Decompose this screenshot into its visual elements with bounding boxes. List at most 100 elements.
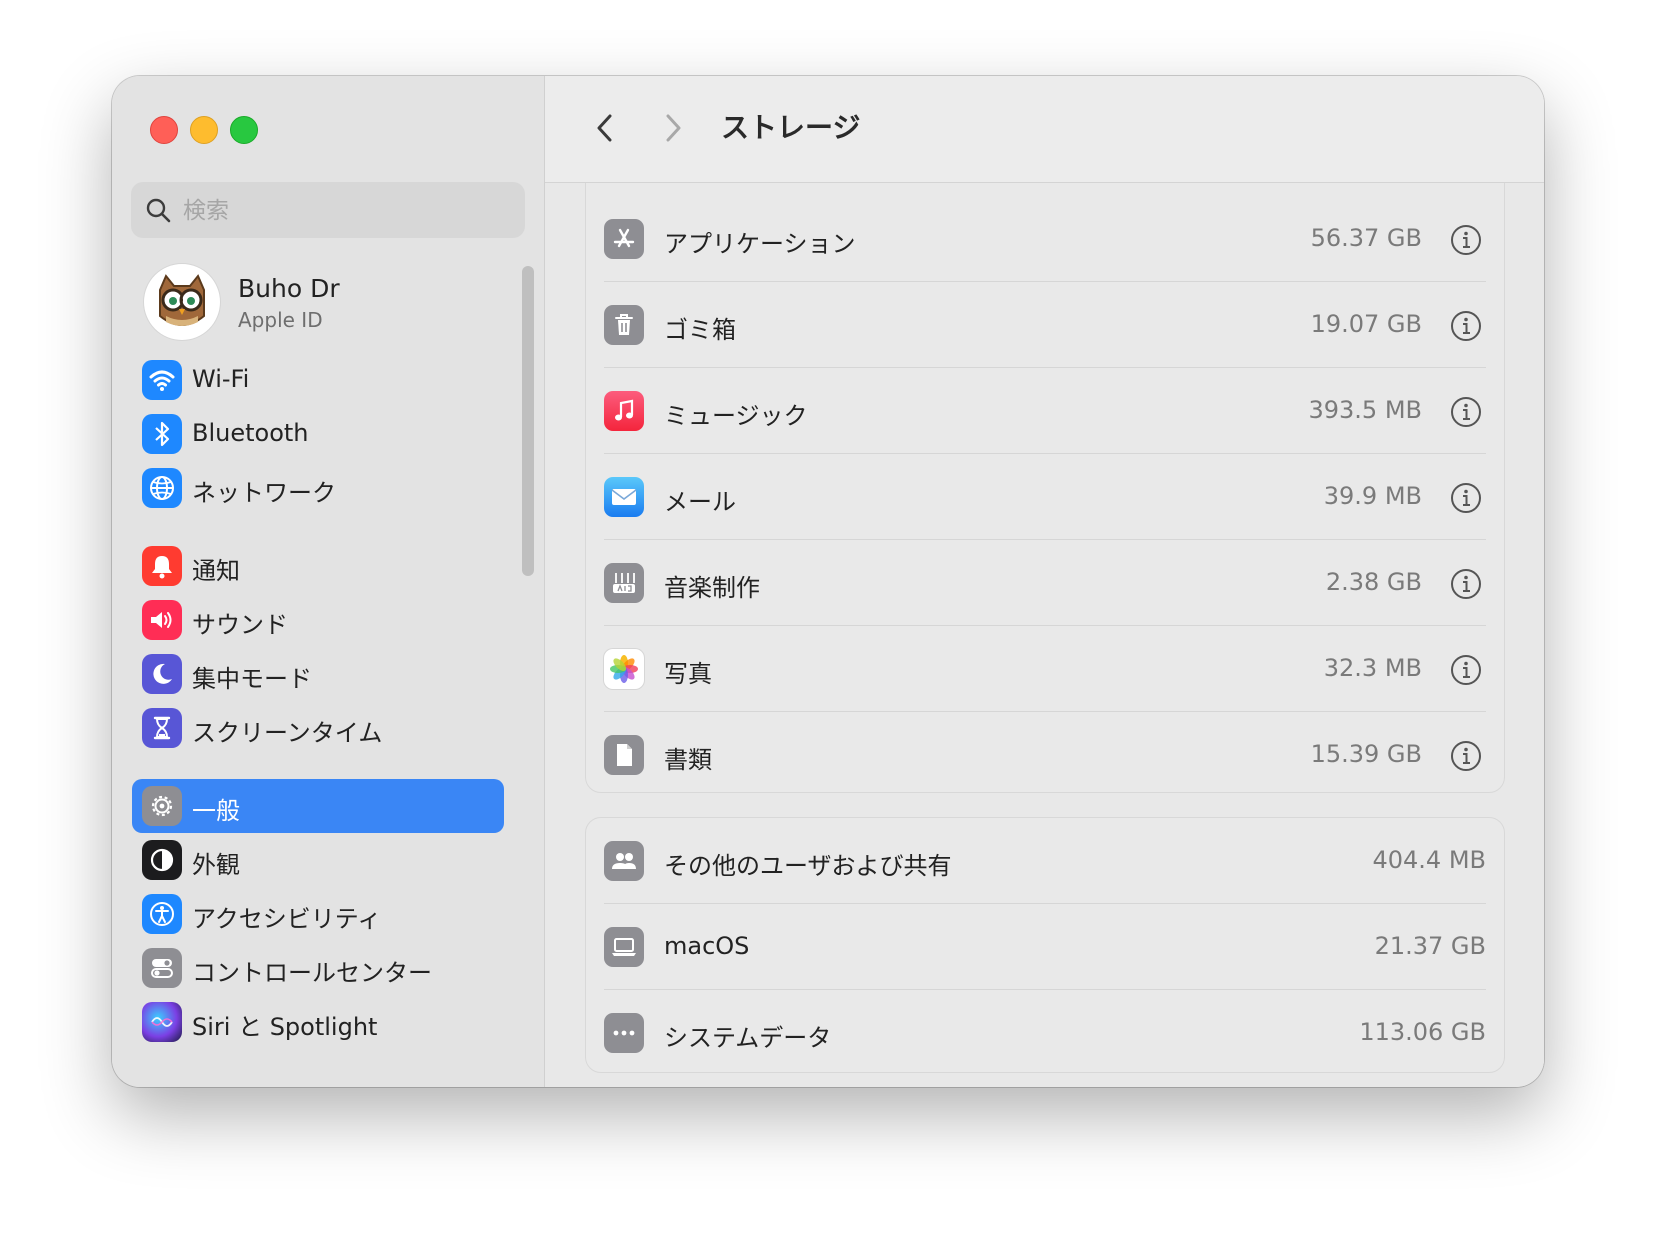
sidebar-item-notifications[interactable]: 通知 [132, 539, 504, 593]
app-store-icon [604, 219, 644, 259]
sidebar-item-focus[interactable]: 集中モード [132, 647, 504, 701]
storage-row-label: ゴミ箱 [664, 316, 736, 344]
storage-row-trash[interactable]: ゴミ箱 19.07 GB [586, 282, 1504, 368]
sidebar: Buho Dr Apple ID Wi-Fi Bluetooth [112, 76, 545, 1087]
info-icon [1451, 397, 1481, 427]
sidebar-item-label: 通知 [192, 557, 240, 585]
sidebar-item-screen-time[interactable]: スクリーンタイム [132, 701, 504, 755]
mail-envelope-icon [604, 477, 644, 517]
gear-icon [142, 786, 182, 826]
storage-row-label: 書類 [664, 746, 712, 774]
storage-row-other-users: その他のユーザおよび共有 404.4 MB [586, 818, 1504, 904]
storage-system-group: その他のユーザおよび共有 404.4 MB macOS 21.37 GB システ… [585, 817, 1505, 1073]
siri-icon [142, 1002, 182, 1042]
info-icon [1451, 569, 1481, 599]
storage-row-label: ミュージック [664, 402, 808, 430]
storage-content: アプリケーション 56.37 GB ゴミ箱 19.07 GB ミュージック 39… [545, 183, 1544, 1087]
info-icon [1451, 311, 1481, 341]
search-field[interactable] [131, 182, 525, 238]
sidebar-item-label: アクセシビリティ [192, 905, 382, 933]
wifi-icon [142, 360, 182, 400]
sidebar-item-general[interactable]: 一般 [132, 779, 504, 833]
info-icon [1451, 741, 1481, 771]
trash-icon [604, 305, 644, 345]
info-icon [1451, 483, 1481, 513]
sidebar-item-label: Siri と Spotlight [192, 1013, 378, 1041]
globe-icon [142, 468, 182, 508]
accessibility-icon [142, 894, 182, 934]
ellipsis-icon [604, 1013, 644, 1053]
forward-button[interactable] [653, 108, 693, 148]
storage-row-photos[interactable]: 写真 32.3 MB [586, 626, 1504, 712]
sidebar-item-wifi[interactable]: Wi-Fi [132, 353, 504, 407]
sidebar-item-label: サウンド [192, 611, 288, 639]
chevron-left-icon [597, 114, 612, 142]
hourglass-icon [142, 708, 182, 748]
info-button[interactable] [1450, 482, 1482, 514]
close-window-button[interactable] [150, 116, 178, 144]
sidebar-item-control-center[interactable]: コントロールセンター [132, 941, 504, 995]
music-note-icon [604, 391, 644, 431]
storage-row-documents[interactable]: 書類 15.39 GB [586, 712, 1504, 798]
info-icon [1451, 655, 1481, 685]
bell-icon [142, 546, 182, 586]
sidebar-item-label: Wi-Fi [192, 365, 250, 393]
storage-apps-group: アプリケーション 56.37 GB ゴミ箱 19.07 GB ミュージック 39… [585, 183, 1505, 793]
toggles-icon [142, 948, 182, 988]
storage-row-size: 2.38 GB [1325, 568, 1422, 596]
sidebar-item-label: 外観 [192, 851, 240, 879]
info-button[interactable] [1450, 396, 1482, 428]
info-button[interactable] [1450, 654, 1482, 686]
sidebar-item-network[interactable]: ネットワーク [132, 461, 504, 515]
back-button[interactable] [585, 108, 625, 148]
sidebar-item-appearance[interactable]: 外観 [132, 833, 504, 887]
info-button[interactable] [1450, 310, 1482, 342]
photos-icon [604, 649, 644, 689]
sidebar-scrollbar[interactable] [522, 266, 534, 576]
search-input[interactable] [181, 192, 505, 230]
storage-row-size: 404.4 MB [1372, 846, 1486, 874]
system-settings-window: Buho Dr Apple ID Wi-Fi Bluetooth [112, 76, 1544, 1087]
avatar [144, 264, 220, 340]
sidebar-item-siri-spotlight[interactable]: Siri と Spotlight [132, 995, 504, 1049]
moon-icon [142, 654, 182, 694]
zoom-window-button[interactable] [230, 116, 258, 144]
info-button[interactable] [1450, 740, 1482, 772]
storage-row-size: 56.37 GB [1310, 224, 1422, 252]
users-icon [604, 841, 644, 881]
sidebar-item-bluetooth[interactable]: Bluetooth [132, 407, 504, 461]
storage-row-size: 15.39 GB [1310, 740, 1422, 768]
info-button[interactable] [1450, 224, 1482, 256]
chevron-right-icon [666, 114, 681, 142]
storage-row-applications[interactable]: アプリケーション 56.37 GB [586, 196, 1504, 282]
sidebar-item-sound[interactable]: サウンド [132, 593, 504, 647]
storage-row-label: アプリケーション [664, 230, 856, 258]
sidebar-item-label: 集中モード [192, 665, 312, 693]
speaker-icon [142, 600, 182, 640]
storage-row-size: 32.3 MB [1323, 654, 1422, 682]
main-pane: ストレージ アプリケーション 56.37 GB ゴミ箱 19.07 GB ミュー… [545, 76, 1544, 1087]
storage-row-label: macOS [664, 932, 750, 960]
sidebar-item-label: ネットワーク [192, 479, 336, 507]
music-creation-icon [604, 563, 644, 603]
toolbar: ストレージ [545, 76, 1544, 183]
page-title: ストレージ [721, 111, 861, 144]
sidebar-item-label: スクリーンタイム [192, 719, 383, 747]
storage-row-label: システムデータ [664, 1024, 832, 1052]
document-icon [604, 735, 644, 775]
storage-row-label: 写真 [664, 660, 712, 688]
storage-row-label: メール [664, 488, 736, 516]
storage-row-music[interactable]: ミュージック 393.5 MB [586, 368, 1504, 454]
storage-row-label: その他のユーザおよび共有 [664, 852, 952, 880]
storage-row-macos: macOS 21.37 GB [586, 904, 1504, 990]
sidebar-item-label: 一般 [192, 797, 240, 825]
sidebar-item-accessibility[interactable]: アクセシビリティ [132, 887, 504, 941]
storage-row-label: 音楽制作 [664, 574, 760, 602]
apple-id-account[interactable]: Buho Dr Apple ID [144, 264, 504, 342]
info-button[interactable] [1450, 568, 1482, 600]
storage-row-size: 393.5 MB [1308, 396, 1422, 424]
storage-row-mail[interactable]: メール 39.9 MB [586, 454, 1504, 540]
minimize-window-button[interactable] [190, 116, 218, 144]
storage-row-music-creation[interactable]: 音楽制作 2.38 GB [586, 540, 1504, 626]
bluetooth-icon [142, 414, 182, 454]
